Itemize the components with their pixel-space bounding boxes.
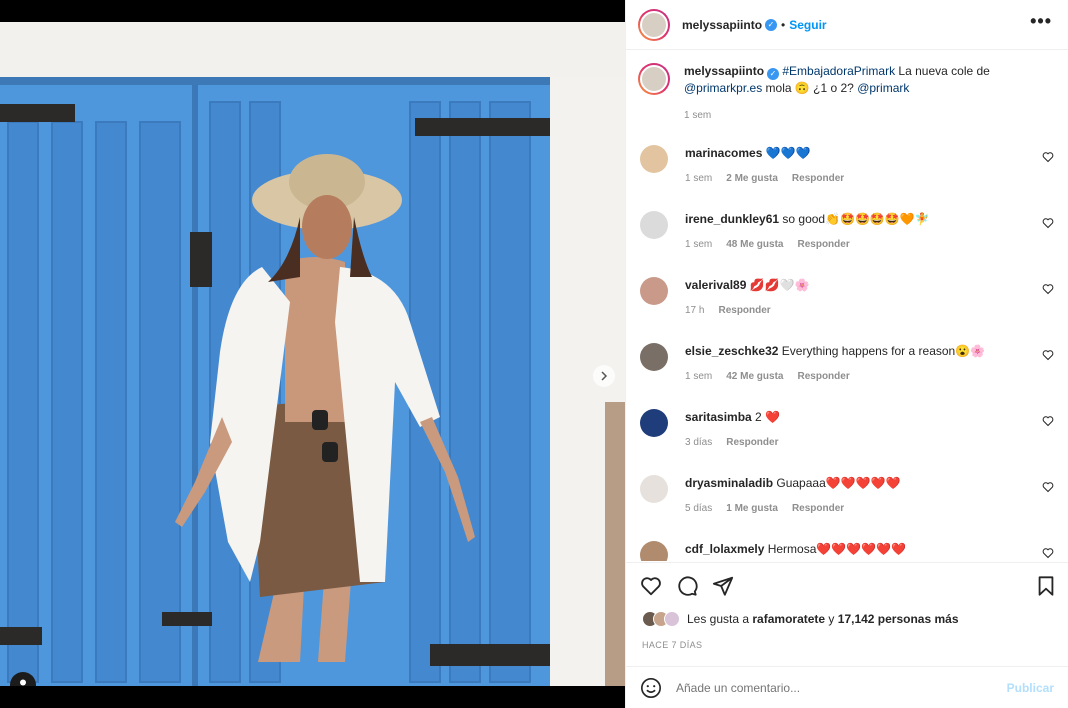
commenter-username[interactable]: dryasminaladib xyxy=(685,476,773,490)
commenter-username[interactable]: marinacomes xyxy=(685,146,762,160)
caption-username[interactable]: melyssapiinto xyxy=(684,64,764,78)
heart-icon[interactable] xyxy=(1042,481,1054,493)
likes-user[interactable]: rafamoratete xyxy=(752,612,825,626)
emoji-icon[interactable] xyxy=(640,677,662,699)
comments-list[interactable]: melyssapiinto ✓ #EmbajadoraPrimark La nue… xyxy=(626,51,1068,561)
caption-time: 1 sem xyxy=(684,110,712,121)
reply-button[interactable]: Responder xyxy=(792,503,844,514)
caption-avatar[interactable] xyxy=(638,63,670,95)
share-icon[interactable] xyxy=(712,575,734,597)
post-header: melyssapiinto ✓ • Seguir ••• xyxy=(626,0,1068,50)
post-photo-illustration xyxy=(0,22,625,686)
tag-user-icon xyxy=(20,679,26,686)
post-side-panel: melyssapiinto ✓ • Seguir ••• melyssapiin… xyxy=(625,0,1068,708)
heart-icon[interactable] xyxy=(1042,547,1054,559)
heart-icon[interactable] xyxy=(1042,415,1054,427)
comment-text: 💋💋🤍🌸 xyxy=(749,278,810,292)
comment-input[interactable] xyxy=(676,680,1007,695)
comment-text: Hermosa❤️❤️❤️❤️❤️❤️ xyxy=(767,542,907,556)
comment-time: 1 sem xyxy=(685,173,713,184)
heart-icon[interactable] xyxy=(1042,151,1054,163)
next-photo-button[interactable] xyxy=(593,365,615,387)
reply-button[interactable]: Responder xyxy=(797,239,849,250)
post-date: HACE 7 DÍAS xyxy=(642,640,703,650)
comment-item: elsie_zeschke32 Everything happens for a… xyxy=(626,343,1068,403)
comment-likes[interactable]: 48 Me gusta xyxy=(726,239,783,250)
comment-text: 2 ❤️ xyxy=(755,410,780,424)
reply-button[interactable]: Responder xyxy=(792,173,844,184)
post-caption: melyssapiinto ✓ #EmbajadoraPrimark La nue… xyxy=(626,51,1068,124)
comment-text: Guapaaa❤️❤️❤️❤️❤️ xyxy=(776,476,901,490)
publish-button[interactable]: Publicar xyxy=(1007,681,1054,695)
comment-likes[interactable]: 1 Me gusta xyxy=(726,503,778,514)
chevron-right-icon xyxy=(601,371,608,381)
post-image[interactable] xyxy=(0,22,625,686)
heart-icon[interactable] xyxy=(1042,349,1054,361)
post-actions-bar xyxy=(626,562,1068,608)
comment-likes[interactable]: 2 Me gusta xyxy=(726,173,778,184)
commenter-username[interactable]: cdf_lolaxmely xyxy=(685,542,764,556)
comment-item: cdf_lolaxmely Hermosa❤️❤️❤️❤️❤️❤️ xyxy=(626,541,1068,561)
commenter-avatar[interactable] xyxy=(640,475,668,503)
liker-avatar xyxy=(664,611,680,627)
author-username[interactable]: melyssapiinto xyxy=(682,18,762,32)
caption-text: La nueva cole de xyxy=(895,64,990,78)
bottom-letterbox xyxy=(0,686,625,708)
more-icon[interactable]: ••• xyxy=(1030,12,1052,30)
separator-dot: • xyxy=(781,17,786,32)
comment-likes[interactable]: 42 Me gusta xyxy=(726,371,783,382)
caption-mention-2[interactable]: @primark xyxy=(857,81,909,95)
comment-icon[interactable] xyxy=(676,575,698,597)
heart-icon[interactable] xyxy=(1042,217,1054,229)
top-letterbox xyxy=(0,0,625,22)
comment-time: 17 h xyxy=(685,305,705,316)
comment-item: saritasimba 2 ❤️ 3 días Responder xyxy=(626,409,1068,469)
caption-hashtag[interactable]: #EmbajadoraPrimark xyxy=(782,64,895,78)
comment-text: so good👏🤩🤩🤩🤩🧡🧚 xyxy=(782,212,930,226)
add-comment-bar: Publicar xyxy=(626,666,1068,708)
caption-text-2: mola 🙃 ¿1 o 2? xyxy=(762,81,858,95)
likes-count[interactable]: 17,142 personas más xyxy=(838,612,959,626)
author-avatar[interactable] xyxy=(638,8,670,41)
follow-button[interactable]: Seguir xyxy=(789,18,826,32)
verified-icon: ✓ xyxy=(767,68,780,80)
likes-summary[interactable]: Les gusta a rafamoratete y 17,142 person… xyxy=(642,611,959,627)
reply-button[interactable]: Responder xyxy=(726,437,778,448)
comment-time: 1 sem xyxy=(685,371,713,382)
comment-time: 1 sem xyxy=(685,239,713,250)
comment-text: Everything happens for a reason😮🌸 xyxy=(781,344,986,358)
commenter-avatar[interactable] xyxy=(640,145,668,173)
bookmark-icon[interactable] xyxy=(1035,575,1057,597)
comment-item: irene_dunkley61 so good👏🤩🤩🤩🤩🧡🧚 1 sem 48 M… xyxy=(626,211,1068,271)
commenter-avatar[interactable] xyxy=(640,277,668,305)
caption-mention[interactable]: @primarkpr.es xyxy=(684,81,762,95)
comment-time: 5 días xyxy=(685,503,713,514)
commenter-username[interactable]: saritasimba xyxy=(685,410,752,424)
commenter-username[interactable]: elsie_zeschke32 xyxy=(685,344,778,358)
commenter-username[interactable]: irene_dunkley61 xyxy=(685,212,779,226)
comment-item: dryasminaladib Guapaaa❤️❤️❤️❤️❤️ 5 días 1… xyxy=(626,475,1068,535)
commenter-avatar[interactable] xyxy=(640,343,668,371)
heart-icon[interactable] xyxy=(640,575,662,597)
comment-item: valerival89 💋💋🤍🌸 17 h Responder xyxy=(626,277,1068,337)
reply-button[interactable]: Responder xyxy=(797,371,849,382)
comment-item: marinacomes 💙💙💙 1 sem 2 Me gusta Responder xyxy=(626,145,1068,205)
commenter-avatar[interactable] xyxy=(640,409,668,437)
comment-text: 💙💙💙 xyxy=(765,146,811,160)
likes-prefix: Les gusta a xyxy=(687,612,753,626)
heart-icon[interactable] xyxy=(1042,283,1054,295)
commenter-username[interactable]: valerival89 xyxy=(685,278,746,292)
comment-time: 3 días xyxy=(685,437,713,448)
commenter-avatar[interactable] xyxy=(640,211,668,239)
likes-middle: y xyxy=(825,612,838,626)
reply-button[interactable]: Responder xyxy=(718,305,770,316)
commenter-avatar[interactable] xyxy=(640,541,668,561)
verified-icon: ✓ xyxy=(765,18,778,31)
